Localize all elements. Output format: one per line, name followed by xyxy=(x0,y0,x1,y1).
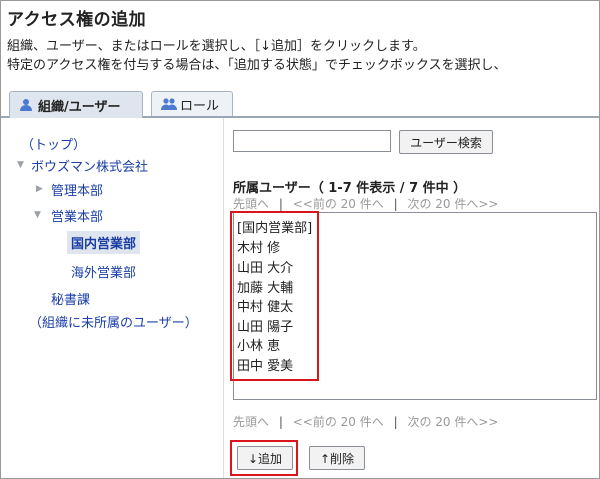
pager-prev-link[interactable]: <<前の 20 件へ xyxy=(293,197,384,211)
user-search-button[interactable]: ユーザー検索 xyxy=(399,130,493,154)
remove-button[interactable]: ↑削除 xyxy=(309,446,365,470)
pager-prev-link[interactable]: <<前の 20 件へ xyxy=(293,415,384,429)
pager-separator: | xyxy=(278,415,283,429)
tree-item-secretary[interactable]: 秘書課 xyxy=(51,289,90,308)
user-icon xyxy=(18,98,34,112)
pager-next-link[interactable]: 次の 20 件へ>> xyxy=(407,197,498,211)
users-section-title: 所属ユーザー（ 1-7 件表示 / 7 件中 ） xyxy=(233,181,467,196)
highlight-box-add xyxy=(230,440,298,476)
tab-roles[interactable]: ロール xyxy=(151,91,233,116)
dialog-frame: アクセス権の追加 組織、ユーザー、またはロールを選択し、［↓追加］をクリックしま… xyxy=(0,0,600,479)
tab-org-users[interactable]: 組織/ユーザー xyxy=(9,91,143,118)
tree-item-domestic[interactable]: 国内営業部 xyxy=(67,231,141,254)
user-search-input[interactable] xyxy=(233,130,391,152)
tree-item-top[interactable]: （トップ） xyxy=(21,134,86,153)
highlight-box-users xyxy=(230,211,319,381)
pager-first-link[interactable]: 先頭へ xyxy=(233,197,269,211)
tree-item-overseas[interactable]: 海外営業部 xyxy=(71,262,136,281)
expanded-arrow-icon[interactable]: ▼ xyxy=(34,210,41,220)
tree-item-company[interactable]: ボウズマン株式会社 xyxy=(31,156,148,175)
description-line-1: 組織、ユーザー、またはロールを選択し、［↓追加］をクリックします。 xyxy=(7,39,426,54)
pager-separator: | xyxy=(278,197,283,211)
pager-separator: | xyxy=(393,197,398,211)
pager-separator: | xyxy=(393,415,398,429)
collapsed-arrow-icon[interactable]: ▶ xyxy=(36,184,43,194)
group-icon xyxy=(160,97,177,111)
page-title: アクセス権の追加 xyxy=(7,10,147,30)
tree-item-sales[interactable]: 営業本部 xyxy=(51,206,103,225)
tree-item-unassigned[interactable]: （組織に未所属のユーザー） xyxy=(29,312,198,331)
pager-bottom: 先頭へ | <<前の 20 件へ | 次の 20 件へ>> xyxy=(233,413,504,430)
pager-first-link[interactable]: 先頭へ xyxy=(233,415,269,429)
description-line-2: 特定のアクセス権を付与する場合は、「追加する状態」でチェックボックスを選択し、 xyxy=(7,58,507,73)
tab-roles-label: ロール xyxy=(180,98,220,114)
pager-next-link[interactable]: 次の 20 件へ>> xyxy=(407,415,498,429)
tree-item-admin[interactable]: 管理本部 xyxy=(51,180,103,199)
pager-top: 先頭へ | <<前の 20 件へ | 次の 20 件へ>> xyxy=(233,195,504,212)
expanded-arrow-icon[interactable]: ▼ xyxy=(17,160,24,170)
tab-org-users-label: 組織/ユーザー xyxy=(38,99,121,115)
